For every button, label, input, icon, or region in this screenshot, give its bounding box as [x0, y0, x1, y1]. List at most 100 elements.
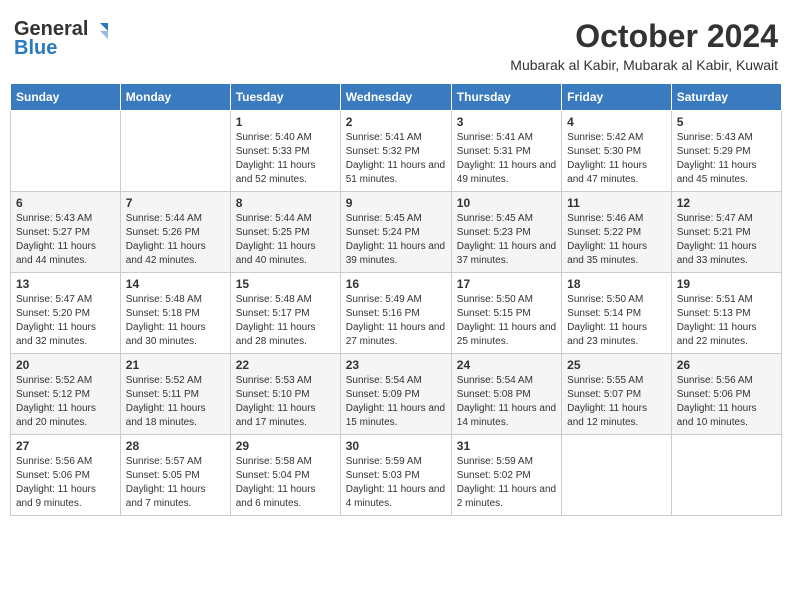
day-number: 10	[457, 196, 556, 210]
day-info: Sunrise: 5:55 AMSunset: 5:07 PMDaylight:…	[567, 374, 666, 430]
calendar-cell: 7 Sunrise: 5:44 AMSunset: 5:26 PMDaylight…	[120, 192, 230, 273]
day-info: Sunrise: 5:47 AMSunset: 5:20 PMDaylight:…	[16, 293, 115, 349]
day-info: Sunrise: 5:50 AMSunset: 5:15 PMDaylight:…	[457, 293, 556, 349]
day-header-friday: Friday	[562, 84, 672, 111]
day-header-saturday: Saturday	[671, 84, 781, 111]
calendar-cell: 3 Sunrise: 5:41 AMSunset: 5:31 PMDaylight…	[451, 111, 561, 192]
day-info: Sunrise: 5:43 AMSunset: 5:29 PMDaylight:…	[677, 131, 776, 187]
day-info: Sunrise: 5:54 AMSunset: 5:08 PMDaylight:…	[457, 374, 556, 430]
calendar-cell: 12 Sunrise: 5:47 AMSunset: 5:21 PMDayligh…	[671, 192, 781, 273]
day-number: 19	[677, 277, 776, 291]
day-number: 8	[236, 196, 335, 210]
day-number: 24	[457, 358, 556, 372]
day-info: Sunrise: 5:56 AMSunset: 5:06 PMDaylight:…	[677, 374, 776, 430]
day-info: Sunrise: 5:52 AMSunset: 5:12 PMDaylight:…	[16, 374, 115, 430]
day-info: Sunrise: 5:48 AMSunset: 5:18 PMDaylight:…	[126, 293, 225, 349]
day-header-monday: Monday	[120, 84, 230, 111]
day-number: 17	[457, 277, 556, 291]
calendar-cell: 14 Sunrise: 5:48 AMSunset: 5:18 PMDayligh…	[120, 273, 230, 354]
calendar-cell	[120, 111, 230, 192]
calendar-table: SundayMondayTuesdayWednesdayThursdayFrid…	[10, 83, 782, 516]
calendar-cell: 28Sunrise: 5:57 AMSunset: 5:05 PMDayligh…	[120, 435, 230, 516]
calendar-cell: 6 Sunrise: 5:43 AMSunset: 5:27 PMDaylight…	[11, 192, 121, 273]
calendar-cell: 29 Sunrise: 5:58 AMSunset: 5:04 PMDayligh…	[230, 435, 340, 516]
week-row-2: 6 Sunrise: 5:43 AMSunset: 5:27 PMDaylight…	[11, 192, 782, 273]
day-info: Sunrise: 5:45 AMSunset: 5:23 PMDaylight:…	[457, 212, 556, 268]
day-info: Sunrise: 5:44 AMSunset: 5:25 PMDaylight:…	[236, 212, 335, 268]
calendar-cell: 23Sunrise: 5:54 AMSunset: 5:09 PMDayligh…	[340, 354, 451, 435]
logo-icon	[90, 21, 108, 39]
week-row-1: 1 Sunrise: 5:40 AMSunset: 5:33 PMDaylight…	[11, 111, 782, 192]
day-number: 27	[16, 439, 115, 453]
calendar-cell: 24 Sunrise: 5:54 AMSunset: 5:08 PMDayligh…	[451, 354, 561, 435]
header: General Blue October 2024 Mubarak al Kab…	[10, 10, 782, 77]
day-info: Sunrise: 5:41 AMSunset: 5:32 PMDaylight:…	[346, 131, 446, 187]
day-info: Sunrise: 5:51 AMSunset: 5:13 PMDaylight:…	[677, 293, 776, 349]
calendar-cell: 11 Sunrise: 5:46 AMSunset: 5:22 PMDayligh…	[562, 192, 672, 273]
location-title: Mubarak al Kabir, Mubarak al Kabir, Kuwa…	[510, 57, 778, 73]
day-number: 13	[16, 277, 115, 291]
day-info: Sunrise: 5:59 AMSunset: 5:02 PMDaylight:…	[457, 455, 556, 511]
day-number: 23	[346, 358, 446, 372]
day-info: Sunrise: 5:59 AMSunset: 5:03 PMDaylight:…	[346, 455, 446, 511]
calendar-cell: 18Sunrise: 5:50 AMSunset: 5:14 PMDayligh…	[562, 273, 672, 354]
calendar-cell	[671, 435, 781, 516]
calendar-cell: 2 Sunrise: 5:41 AMSunset: 5:32 PMDaylight…	[340, 111, 451, 192]
day-header-wednesday: Wednesday	[340, 84, 451, 111]
logo-blue: Blue	[14, 37, 57, 60]
calendar-cell: 21Sunrise: 5:52 AMSunset: 5:11 PMDayligh…	[120, 354, 230, 435]
day-info: Sunrise: 5:53 AMSunset: 5:10 PMDaylight:…	[236, 374, 335, 430]
day-header-sunday: Sunday	[11, 84, 121, 111]
week-row-4: 20Sunrise: 5:52 AMSunset: 5:12 PMDayligh…	[11, 354, 782, 435]
day-number: 7	[126, 196, 225, 210]
day-info: Sunrise: 5:52 AMSunset: 5:11 PMDaylight:…	[126, 374, 225, 430]
day-number: 14	[126, 277, 225, 291]
day-info: Sunrise: 5:49 AMSunset: 5:16 PMDaylight:…	[346, 293, 446, 349]
day-number: 25	[567, 358, 666, 372]
day-number: 6	[16, 196, 115, 210]
calendar-cell: 26 Sunrise: 5:56 AMSunset: 5:06 PMDayligh…	[671, 354, 781, 435]
day-info: Sunrise: 5:47 AMSunset: 5:21 PMDaylight:…	[677, 212, 776, 268]
day-info: Sunrise: 5:41 AMSunset: 5:31 PMDaylight:…	[457, 131, 556, 187]
week-row-5: 27 Sunrise: 5:56 AMSunset: 5:06 PMDayligh…	[11, 435, 782, 516]
day-header-thursday: Thursday	[451, 84, 561, 111]
calendar-cell: 20Sunrise: 5:52 AMSunset: 5:12 PMDayligh…	[11, 354, 121, 435]
day-number: 15	[236, 277, 335, 291]
day-header-tuesday: Tuesday	[230, 84, 340, 111]
day-info: Sunrise: 5:56 AMSunset: 5:06 PMDaylight:…	[16, 455, 115, 511]
day-info: Sunrise: 5:46 AMSunset: 5:22 PMDaylight:…	[567, 212, 666, 268]
calendar-cell: 17 Sunrise: 5:50 AMSunset: 5:15 PMDayligh…	[451, 273, 561, 354]
calendar-cell: 1 Sunrise: 5:40 AMSunset: 5:33 PMDaylight…	[230, 111, 340, 192]
day-number: 3	[457, 115, 556, 129]
calendar-cell: 25 Sunrise: 5:55 AMSunset: 5:07 PMDayligh…	[562, 354, 672, 435]
calendar-cell: 8 Sunrise: 5:44 AMSunset: 5:25 PMDaylight…	[230, 192, 340, 273]
day-info: Sunrise: 5:58 AMSunset: 5:04 PMDaylight:…	[236, 455, 335, 511]
day-number: 30	[346, 439, 446, 453]
day-info: Sunrise: 5:57 AMSunset: 5:05 PMDaylight:…	[126, 455, 225, 511]
calendar-cell: 13 Sunrise: 5:47 AMSunset: 5:20 PMDayligh…	[11, 273, 121, 354]
calendar-cell: 16 Sunrise: 5:49 AMSunset: 5:16 PMDayligh…	[340, 273, 451, 354]
calendar-cell	[562, 435, 672, 516]
day-number: 11	[567, 196, 666, 210]
day-info: Sunrise: 5:43 AMSunset: 5:27 PMDaylight:…	[16, 212, 115, 268]
calendar-cell: 27 Sunrise: 5:56 AMSunset: 5:06 PMDayligh…	[11, 435, 121, 516]
day-number: 12	[677, 196, 776, 210]
day-info: Sunrise: 5:44 AMSunset: 5:26 PMDaylight:…	[126, 212, 225, 268]
day-number: 9	[346, 196, 446, 210]
title-area: October 2024 Mubarak al Kabir, Mubarak a…	[510, 18, 778, 73]
day-number: 26	[677, 358, 776, 372]
day-number: 29	[236, 439, 335, 453]
calendar-cell: 30 Sunrise: 5:59 AMSunset: 5:03 PMDayligh…	[340, 435, 451, 516]
day-number: 18	[567, 277, 666, 291]
day-info: Sunrise: 5:40 AMSunset: 5:33 PMDaylight:…	[236, 131, 335, 187]
day-info: Sunrise: 5:45 AMSunset: 5:24 PMDaylight:…	[346, 212, 446, 268]
day-number: 31	[457, 439, 556, 453]
day-info: Sunrise: 5:42 AMSunset: 5:30 PMDaylight:…	[567, 131, 666, 187]
day-number: 1	[236, 115, 335, 129]
calendar-cell: 15Sunrise: 5:48 AMSunset: 5:17 PMDayligh…	[230, 273, 340, 354]
calendar-cell: 22Sunrise: 5:53 AMSunset: 5:10 PMDayligh…	[230, 354, 340, 435]
day-number: 2	[346, 115, 446, 129]
month-title: October 2024	[510, 18, 778, 55]
day-number: 5	[677, 115, 776, 129]
day-number: 16	[346, 277, 446, 291]
